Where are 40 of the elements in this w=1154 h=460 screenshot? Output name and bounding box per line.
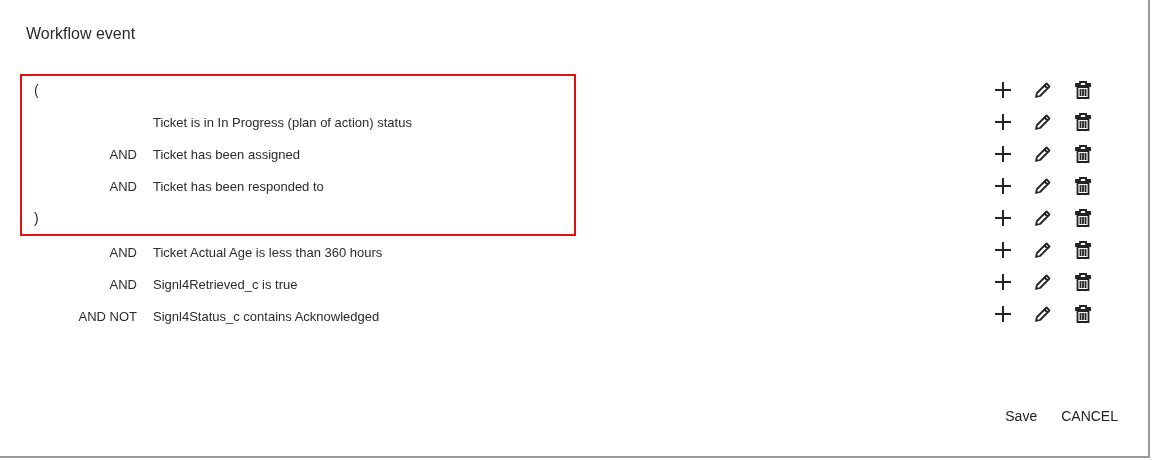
add-button[interactable] (993, 112, 1013, 132)
bracket: ) (34, 210, 39, 226)
delete-button[interactable] (1073, 240, 1093, 260)
dialog-button[interactable]: CANCEL (1061, 408, 1118, 424)
edit-button[interactable] (1033, 112, 1053, 132)
add-button[interactable] (993, 80, 1013, 100)
condition-text: Signl4Retrieved_c is true (153, 276, 298, 292)
add-button[interactable] (993, 240, 1013, 260)
bracket: ( (34, 82, 39, 98)
add-button[interactable] (993, 144, 1013, 164)
edit-button[interactable] (1033, 304, 1053, 324)
add-button[interactable] (993, 304, 1013, 324)
edit-button[interactable] (1033, 144, 1053, 164)
add-button[interactable] (993, 272, 1013, 292)
delete-button[interactable] (1073, 80, 1093, 100)
delete-button[interactable] (1073, 112, 1093, 132)
edit-button[interactable] (1033, 80, 1053, 100)
edit-button[interactable] (1033, 176, 1053, 196)
delete-button[interactable] (1073, 176, 1093, 196)
operator-label: AND (109, 244, 137, 260)
delete-button[interactable] (1073, 144, 1093, 164)
delete-button[interactable] (1073, 272, 1093, 292)
operator-label: AND (109, 178, 137, 194)
add-button[interactable] (993, 176, 1013, 196)
dialog-button[interactable]: Save (1005, 408, 1038, 424)
operator-label: AND (109, 146, 137, 162)
operator-label: AND NOT (78, 308, 137, 324)
condition-text: Signl4Status_c contains Acknowledged (153, 308, 380, 324)
condition-text: Ticket has been assigned (153, 146, 300, 162)
add-button[interactable] (993, 208, 1013, 228)
dialog-title: Workflow event (26, 25, 136, 43)
delete-button[interactable] (1073, 304, 1093, 324)
delete-button[interactable] (1073, 208, 1093, 228)
edit-button[interactable] (1033, 208, 1053, 228)
edit-button[interactable] (1033, 272, 1053, 292)
edit-button[interactable] (1033, 240, 1053, 260)
condition-text: Ticket is in In Progress (plan of action) status (153, 114, 412, 130)
condition-text: Ticket has been responded to (153, 178, 324, 194)
condition-text: Ticket Actual Age is less than 360 hours (153, 244, 383, 260)
operator-label: AND (109, 276, 137, 292)
